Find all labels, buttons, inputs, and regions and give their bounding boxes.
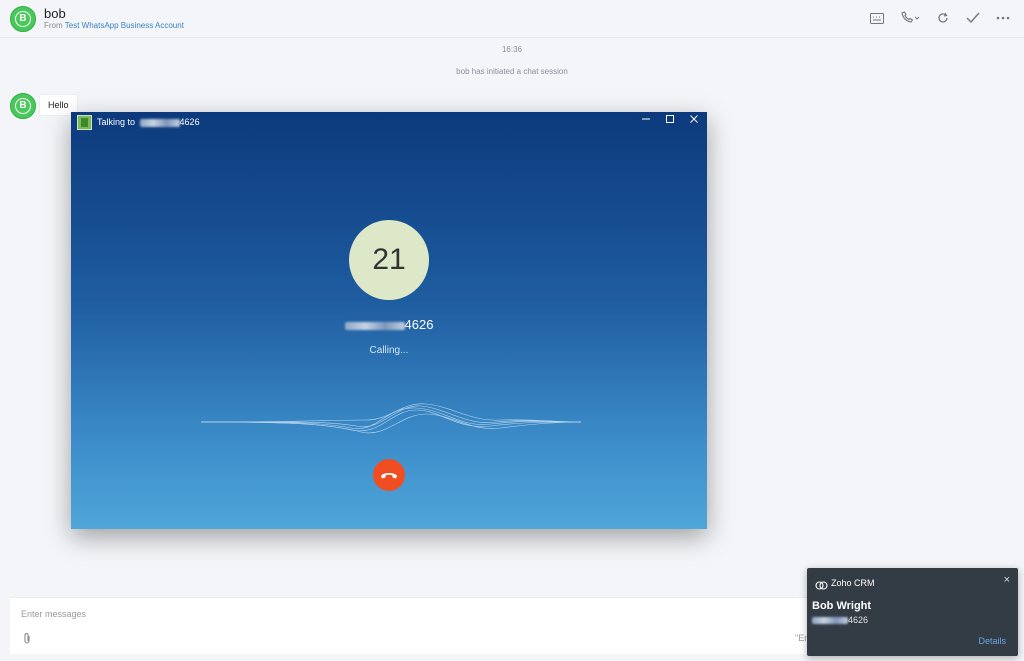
minimize-icon[interactable] (639, 114, 653, 128)
call-status: Calling... (369, 345, 409, 356)
toast-close-button[interactable]: × (1004, 574, 1010, 586)
chevron-down-icon (914, 16, 920, 20)
call-window-title: Talking to 4626 (97, 117, 200, 127)
redacted-number (139, 118, 180, 127)
close-icon[interactable] (687, 114, 701, 128)
call-window: Talking to 4626 21 4626 Calling... (71, 112, 707, 529)
contact-name[interactable]: bob (44, 6, 66, 21)
more-icon[interactable] (994, 10, 1012, 26)
zoho-crm-icon (815, 578, 828, 596)
redacted-number (812, 617, 848, 625)
header-toolbar (868, 10, 1012, 26)
crm-notification: Zoho CRM × Bob Wright 4626 Details (807, 568, 1018, 656)
voice-waveform (200, 402, 582, 447)
app-icon (77, 115, 92, 130)
account-name[interactable]: Test WhatsApp Business Account (65, 21, 184, 30)
chat-timestamp: 16:36 (501, 45, 523, 54)
contact-avatar: B (10, 6, 36, 32)
hangup-icon (381, 473, 397, 479)
dialed-number: 4626 (71, 317, 707, 332)
caller-initials: 21 (349, 220, 429, 300)
attachment-icon[interactable] (22, 632, 32, 650)
toast-contact-name: Bob Wright (812, 600, 872, 612)
refresh-icon[interactable] (934, 10, 952, 26)
redacted-number (344, 321, 405, 330)
check-icon[interactable] (964, 10, 982, 26)
maximize-icon[interactable] (663, 114, 677, 128)
toast-phone: 4626 (812, 615, 868, 625)
conversation-header: B bob From Test WhatsApp Business Accoun… (0, 0, 1024, 38)
end-call-button[interactable] (373, 459, 405, 491)
phone-icon[interactable] (898, 10, 922, 26)
toast-details-link[interactable]: Details (978, 636, 1006, 646)
message-avatar: B (10, 93, 36, 119)
system-message: bob has initiated a chat session (456, 67, 568, 76)
keyboard-icon[interactable] (868, 10, 886, 26)
message-input[interactable]: Enter messages (21, 609, 86, 619)
window-controls (639, 114, 701, 128)
toast-app-name: Zoho CRM (831, 578, 875, 588)
account-line: From Test WhatsApp Business Account (44, 21, 184, 30)
